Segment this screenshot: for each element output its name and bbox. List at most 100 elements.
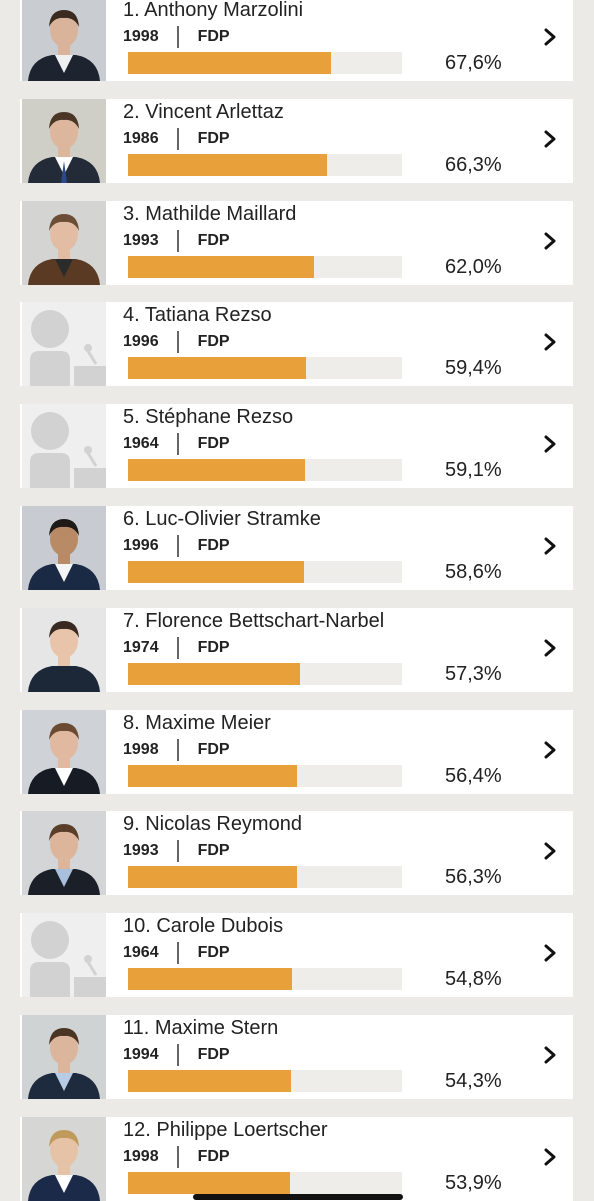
chevron-right-icon[interactable] [540,229,560,253]
vote-bar-track [128,459,402,482]
vote-percentage: 67,6% [445,52,502,74]
candidate-meta: 1964 FDP [123,433,230,456]
vote-bar-track [128,52,402,74]
party-label: FDP [197,333,230,351]
chevron-right-icon[interactable] [540,839,560,863]
chevron-right-icon[interactable] [540,330,560,354]
party-label: FDP [197,638,230,656]
vote-bar-fill [128,866,297,889]
candidate-name: 11. Maxime Stern [123,1017,279,1039]
vote-bar-fill [128,1171,290,1194]
candidate-row[interactable]: 3. Mathilde Maillard 1993 FDP 62,0% [20,200,573,285]
avatar-placeholder-icon [22,404,106,489]
birth-year: 1996 [123,333,159,351]
candidate-name: 12. Philippe Loertscher [123,1118,328,1141]
chevron-right-icon[interactable] [540,25,560,49]
party-label: FDP [197,1046,230,1063]
meta-divider [176,331,179,354]
candidate-row[interactable]: 8. Maxime Meier 1998 FDP 56,4% [20,709,573,794]
birth-year: 1986 [123,129,159,147]
vote-bar-track [128,1070,402,1092]
meta-divider [176,127,179,150]
candidate-name: 7. Florence Bettschart-Narbel [123,609,385,632]
meta-divider [176,433,179,456]
vote-percentage: 57,3% [445,662,502,685]
candidate-photo [22,1015,106,1099]
candidate-meta: 1994 FDP [123,1044,230,1066]
vote-bar-fill [128,1070,291,1092]
birth-year: 1998 [123,28,159,45]
candidate-row[interactable]: 4. Tatiana Rezso 1996 FDP 59,4% [20,302,573,387]
candidate-name: 10. Carole Dubois [123,915,284,938]
candidate-row[interactable]: 6. Luc-Olivier Stramke 1996 FDP 58,6% [20,506,573,590]
party-label: FDP [197,129,230,147]
candidate-photo [22,200,106,285]
candidate-row[interactable]: 1. Anthony Marzolini 1998 FDP 67,6% [20,0,573,81]
vote-bar-track [128,764,402,787]
vote-bar-fill [128,561,304,583]
vote-percentage: 56,3% [445,866,502,889]
candidate-name: 5. Stéphane Rezso [123,406,294,429]
candidate-row[interactable]: 10. Carole Dubois 1964 FDP 54,8% [20,913,573,998]
candidate-name: 9. Nicolas Reymond [123,813,302,836]
chevron-right-icon[interactable] [540,1145,560,1169]
candidate-photo [22,506,106,590]
candidate-meta: 1964 FDP [123,942,230,965]
meta-divider [176,840,179,863]
vote-percentage: 54,8% [445,968,502,991]
meta-divider [176,738,179,761]
party-label: FDP [197,435,230,453]
vote-bar-fill [128,153,327,176]
birth-year: 1998 [123,1147,159,1165]
chevron-right-icon[interactable] [540,1043,560,1067]
chevron-right-icon[interactable] [540,432,560,456]
party-label: FDP [197,740,230,758]
candidate-meta: 1974 FDP [123,636,230,659]
vote-bar-fill [128,662,300,685]
vote-percentage: 59,4% [445,357,502,380]
candidate-photo [22,1116,106,1201]
chevron-right-icon[interactable] [540,534,560,558]
birth-year: 1964 [123,944,159,962]
birth-year: 1994 [123,1046,159,1063]
meta-divider [176,1044,179,1066]
birth-year: 1974 [123,638,159,656]
avatar-placeholder-icon [22,913,106,998]
candidate-row[interactable]: 9. Nicolas Reymond 1993 FDP 56,3% [20,811,573,896]
party-label: FDP [197,537,230,554]
party-label: FDP [197,944,230,962]
vote-bar-fill [128,968,292,991]
avatar-placeholder-icon [22,302,106,387]
vote-percentage: 53,9% [445,1171,502,1194]
meta-divider [176,535,179,557]
meta-divider [176,26,179,48]
candidate-name: 2. Vincent Arlettaz [123,100,284,123]
candidate-row[interactable]: 12. Philippe Loertscher 1998 FDP 53,9% [20,1116,573,1201]
vote-bar-track [128,968,402,991]
vote-bar-fill [128,357,306,380]
party-label: FDP [197,1147,230,1165]
chevron-right-icon[interactable] [540,127,560,151]
candidate-photo [22,811,106,896]
party-label: FDP [197,842,230,860]
candidate-row[interactable]: 2. Vincent Arlettaz 1986 FDP 66,3% [20,98,573,183]
chevron-right-icon[interactable] [540,941,560,965]
candidate-meta: 1998 FDP [123,738,230,761]
vote-bar-track [128,662,402,685]
home-indicator [193,1194,403,1200]
vote-bar-track [128,561,402,583]
candidate-meta: 1996 FDP [123,535,230,557]
chevron-right-icon[interactable] [540,636,560,660]
vote-bar-track [128,1171,402,1194]
candidate-row[interactable]: 5. Stéphane Rezso 1964 FDP 59,1% [20,404,573,489]
candidate-photo [22,709,106,794]
candidate-meta: 1996 FDP [123,331,230,354]
candidate-row[interactable]: 11. Maxime Stern 1994 FDP 54,3% [20,1015,573,1099]
vote-bar-fill [128,764,297,787]
vote-percentage: 66,3% [445,153,502,176]
chevron-right-icon[interactable] [540,738,560,762]
vote-bar-fill [128,255,314,278]
party-label: FDP [197,231,230,249]
candidate-row[interactable]: 7. Florence Bettschart-Narbel 1974 FDP 5… [20,607,573,692]
candidate-meta: 1998 FDP [123,1145,230,1168]
